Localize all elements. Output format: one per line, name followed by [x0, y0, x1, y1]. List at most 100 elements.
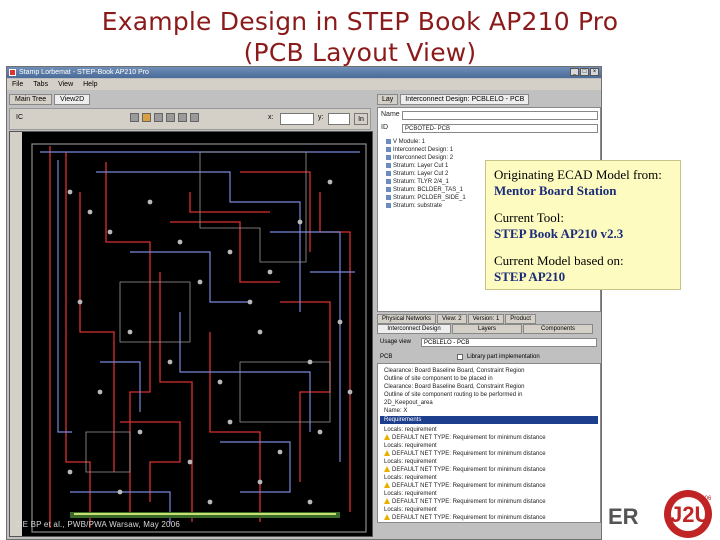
id-label: ID	[381, 124, 388, 131]
y-coord-field[interactable]	[328, 113, 350, 125]
current-tool-value: STEP Book AP210 v2.3	[494, 226, 624, 241]
requirement-item[interactable]: DEFAULT NET TYPE: Requirement for minimu…	[384, 498, 546, 506]
close-icon[interactable]: ×	[590, 68, 599, 76]
app-icon	[9, 69, 16, 76]
layers-icon[interactable]	[190, 113, 199, 122]
tree-item[interactable]: Stratum: TLYR 2/4_1	[386, 178, 449, 186]
name-field[interactable]	[402, 111, 598, 120]
y-coord-label: y:	[318, 114, 324, 121]
requirement-label: Locals: requirement	[384, 507, 437, 513]
tree-item[interactable]: V Module: 1	[386, 138, 425, 146]
x-coord-field[interactable]	[280, 113, 314, 125]
tab-view-2[interactable]: View: 2	[437, 314, 467, 324]
window-titlebar[interactable]: Stamp Lorbemat - STEP-Book AP210 Pro _ □…	[7, 67, 601, 78]
logo-letters: ER	[608, 504, 639, 529]
requirements-header[interactable]: Requirements	[380, 416, 598, 424]
red-trace	[319, 192, 351, 512]
pad	[127, 329, 133, 335]
tree-item-label: Stratum: Layer Cut 1	[393, 163, 449, 169]
list-item[interactable]: Name: X	[384, 407, 407, 415]
logo-mark: J2U	[670, 502, 710, 527]
warning-icon	[384, 514, 390, 521]
tab-layers[interactable]: Layers	[452, 324, 522, 334]
tab-product[interactable]: Product	[505, 314, 536, 324]
properties-list[interactable]: Clearance: Board Baseline Board, Constra…	[377, 363, 601, 523]
tree-node-icon	[386, 194, 391, 200]
tree-node-icon	[386, 202, 391, 208]
requirement-item[interactable]: DEFAULT NET TYPE: Requirement for minimu…	[384, 482, 546, 490]
select-tool-icon[interactable]	[130, 113, 139, 122]
requirement-item[interactable]: Locals: requirement	[384, 474, 437, 482]
requirement-item[interactable]: Locals: requirement	[384, 458, 437, 466]
red-trace	[209, 332, 261, 522]
list-item[interactable]: 2D_Keepout_area	[384, 399, 433, 407]
pad	[337, 319, 343, 325]
requirement-item[interactable]: DEFAULT NET TYPE: Requirement for minimu…	[384, 466, 546, 474]
bottom-tab-row-1: Physical Networks View: 2 Version: 1 Pro…	[377, 314, 536, 324]
menu-help[interactable]: Help	[83, 79, 97, 90]
tab-interconnect-design[interactable]: Interconnect Design: PCBLELO - PCB	[400, 94, 530, 105]
pcb-label: PCB	[380, 354, 393, 360]
pad	[187, 459, 193, 465]
tree-item-label: Interconnect Design: 1	[393, 147, 454, 153]
tab-components[interactable]: Components	[523, 324, 593, 334]
requirement-item[interactable]: Locals: requirement	[384, 426, 437, 434]
tab-lay[interactable]: Lay	[377, 94, 399, 105]
list-item[interactable]: Clearance: Board Baseline Board, Constra…	[384, 367, 524, 375]
menu-tabs[interactable]: Tabs	[33, 79, 48, 90]
pcb-layout-canvas[interactable]	[9, 131, 373, 537]
zoom-box-icon[interactable]	[166, 113, 175, 122]
list-item[interactable]: Outline of site component routing to be …	[384, 391, 522, 399]
tree-item-label: Stratum: Layer Cut 2	[393, 171, 449, 177]
usage-view-row: Usage view PCBLELO - PCB	[377, 336, 601, 348]
list-item[interactable]: Outline of site component to be placed i…	[384, 375, 493, 383]
tree-item[interactable]: Stratum: Layer Cut 1	[386, 162, 448, 170]
pan-tool-icon[interactable]	[142, 113, 151, 122]
tree-item[interactable]: Interconnect Design: 2	[386, 154, 453, 162]
component-outline	[199, 151, 307, 263]
tree-node-icon	[386, 146, 391, 152]
requirement-item[interactable]: Locals: requirement	[384, 490, 437, 498]
tree-item[interactable]: Stratum: BCLDER_TAS_1	[386, 186, 463, 194]
library-part-checkbox[interactable]	[457, 354, 463, 360]
tab-view2d[interactable]: View2D	[54, 94, 91, 105]
tab-interconnect-design-bottom[interactable]: Interconnect Design	[377, 324, 451, 334]
minimize-icon[interactable]: _	[570, 68, 579, 76]
requirement-label: Locals: requirement	[384, 443, 437, 449]
requirement-item[interactable]: Locals: requirement	[384, 506, 437, 514]
pad	[77, 299, 83, 305]
pad	[87, 209, 93, 215]
pad	[317, 429, 323, 435]
usage-view-select[interactable]: PCBLELO - PCB	[421, 338, 597, 347]
tree-item[interactable]: Stratum: PCLDER_SIDE_1	[386, 194, 466, 202]
pad	[97, 389, 103, 395]
tree-item[interactable]: Stratum: substrate	[386, 202, 442, 210]
menu-bar: File Tabs View Help	[7, 79, 601, 90]
requirement-item[interactable]: DEFAULT NET TYPE: Requirement for minimu…	[384, 434, 546, 442]
tab-physical-networks[interactable]: Physical Networks	[377, 314, 437, 324]
tab-version-1[interactable]: Version: 1	[467, 314, 505, 324]
requirement-item[interactable]: Locals: requirement	[384, 442, 437, 450]
zoom-fit-icon[interactable]	[154, 113, 163, 122]
footer-caption: JIE BP et al., PWB/PWA Warsaw, May 2006	[16, 520, 181, 529]
requirement-item[interactable]: DEFAULT NET TYPE: Requirement for minimu…	[384, 450, 546, 458]
tab-main-tree[interactable]: Main Tree	[9, 94, 53, 105]
logo: ER J2U 2006	[606, 488, 720, 540]
maximize-icon[interactable]: □	[580, 68, 589, 76]
menu-view[interactable]: View	[58, 79, 73, 90]
right-tab-bar: Lay Interconnect Design: PCBLELO - PCB	[377, 94, 530, 105]
zoom-in-button[interactable]: In	[354, 113, 368, 125]
tree-item[interactable]: Interconnect Design: 1	[386, 146, 453, 154]
list-item[interactable]: Clearance: Board Baseline Board, Constra…	[384, 383, 524, 391]
requirement-label: Locals: requirement	[384, 427, 437, 433]
measure-icon[interactable]	[178, 113, 187, 122]
id-field[interactable]: PCBOTED- PCB	[402, 124, 598, 133]
menu-file[interactable]: File	[12, 79, 23, 90]
info-callout: Originating ECAD Model from: Mentor Boar…	[485, 160, 681, 290]
pad	[67, 189, 73, 195]
pad	[347, 389, 353, 395]
tree-item[interactable]: Stratum: Layer Cut 2	[386, 170, 448, 178]
warning-icon	[384, 482, 390, 489]
logo-graphic: ER J2U 2006	[606, 488, 720, 540]
requirement-item[interactable]: DEFAULT NET TYPE: Requirement for minimu…	[384, 514, 546, 522]
